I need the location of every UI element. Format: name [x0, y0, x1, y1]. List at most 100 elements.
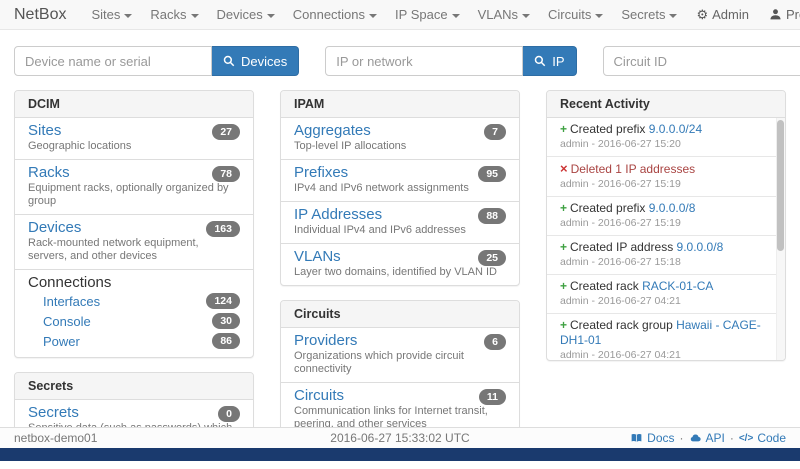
- vlans-link[interactable]: VLANs: [294, 248, 341, 265]
- ip-search-input[interactable]: [325, 46, 523, 76]
- prefixes-link[interactable]: Prefixes: [294, 164, 348, 181]
- column-ipam: IPAM 7 Aggregates Top-level IP allocatio…: [280, 90, 520, 452]
- device-search-button[interactable]: Devices: [212, 46, 299, 76]
- nav-menu-racks-label: Racks: [150, 7, 186, 22]
- list-item: Interfaces 124: [28, 291, 240, 311]
- profile-link[interactable]: Profile: [759, 7, 800, 22]
- plus-icon: +: [560, 318, 567, 332]
- plus-icon: +: [560, 201, 567, 215]
- recent-activity-title: Recent Activity: [547, 91, 785, 118]
- providers-count-badge: 6: [484, 334, 506, 350]
- activity-action: Deleted 1 IP addresses: [571, 162, 696, 176]
- power-link[interactable]: Power: [43, 334, 212, 349]
- ip-addresses-description: Individual IPv4 and IPv6 addresses: [294, 224, 506, 237]
- prefixes-count-badge: 95: [478, 166, 506, 182]
- nav-menu-vlans[interactable]: VLANs: [469, 7, 539, 22]
- activity-meta: admin - 2016-06-27 04:21: [560, 349, 763, 360]
- activity-row: +Created IP address 9.0.0.0/8 admin - 20…: [547, 236, 785, 275]
- nav-menu-connections[interactable]: Connections: [284, 7, 386, 22]
- activity-action: Created prefix: [570, 201, 645, 215]
- search-icon: [223, 55, 235, 67]
- admin-link[interactable]: ⚙ Admin: [686, 7, 759, 22]
- activity-meta: admin - 2016-06-27 15:19: [560, 178, 763, 191]
- gear-icon: ⚙: [696, 8, 708, 21]
- dashboard-content: DCIM 27 Sites Geographic locations 78 Ra…: [0, 76, 800, 469]
- dcim-panel-title: DCIM: [15, 91, 253, 118]
- plus-icon: +: [560, 279, 567, 293]
- nav-menu-ip-space[interactable]: IP Space: [386, 7, 469, 22]
- sites-link[interactable]: Sites: [28, 122, 61, 139]
- aggregates-count-badge: 7: [484, 124, 506, 140]
- nav-menu-circuits[interactable]: Circuits: [539, 7, 612, 22]
- list-item: 6 Providers Organizations which provide …: [281, 328, 519, 383]
- hostname-label: netbox-demo01: [14, 431, 97, 445]
- activity-object-link[interactable]: 9.0.0.0/8: [677, 240, 724, 254]
- api-link[interactable]: API: [689, 431, 725, 445]
- book-icon: [630, 432, 643, 444]
- secrets-count-badge: 0: [218, 406, 240, 422]
- plus-icon: +: [560, 240, 567, 254]
- dcim-panel: DCIM 27 Sites Geographic locations 78 Ra…: [14, 90, 254, 358]
- device-search-button-label: Devices: [241, 54, 287, 69]
- nav-menu-secrets[interactable]: Secrets: [612, 7, 686, 22]
- nav-menu-racks[interactable]: Racks: [141, 7, 207, 22]
- list-item: 78 Racks Equipment racks, optionally org…: [15, 160, 253, 215]
- circuits-panel: Circuits 6 Providers Organizations which…: [280, 300, 520, 438]
- separator: ·: [680, 431, 684, 445]
- ip-search-button[interactable]: IP: [523, 46, 576, 76]
- ip-search-button-label: IP: [552, 54, 564, 69]
- nav-menu-connections-label: Connections: [293, 7, 365, 22]
- netbox-logo[interactable]: NetBox: [14, 6, 66, 24]
- secrets-link[interactable]: Secrets: [28, 404, 79, 421]
- activity-object-link[interactable]: 9.0.0.0/24: [649, 122, 702, 136]
- nav-menu-ip-space-label: IP Space: [395, 7, 448, 22]
- aggregates-link[interactable]: Aggregates: [294, 122, 371, 139]
- list-item: Power 86: [28, 331, 240, 351]
- nav-menu-vlans-label: VLANs: [478, 7, 518, 22]
- circuit-search-input[interactable]: [603, 46, 800, 76]
- code-link[interactable]: </> Code: [739, 431, 786, 445]
- racks-link[interactable]: Racks: [28, 164, 70, 181]
- ip-addresses-link[interactable]: IP Addresses: [294, 206, 382, 223]
- nav-menu-sites-label: Sites: [91, 7, 120, 22]
- circuits-link[interactable]: Circuits: [294, 387, 344, 404]
- list-item: 27 Sites Geographic locations: [15, 118, 253, 160]
- activity-meta: admin - 2016-06-27 15:18: [560, 256, 763, 269]
- devices-link[interactable]: Devices: [28, 219, 81, 236]
- racks-description: Equipment racks, optionally organized by…: [28, 182, 240, 208]
- prefixes-description: IPv4 and IPv6 network assignments: [294, 182, 506, 195]
- racks-count-badge: 78: [212, 166, 240, 182]
- chevron-down-icon: [452, 14, 460, 18]
- interfaces-link[interactable]: Interfaces: [43, 294, 206, 309]
- sites-description: Geographic locations: [28, 140, 240, 153]
- list-item: 163 Devices Rack-mounted network equipme…: [15, 215, 253, 270]
- secrets-panel-title: Secrets: [15, 373, 253, 400]
- nav-menu-devices[interactable]: Devices: [208, 7, 284, 22]
- activity-row: ×Deleted 1 IP addresses admin - 2016-06-…: [547, 157, 785, 197]
- nav-menu-sites[interactable]: Sites: [82, 7, 141, 22]
- circuits-count-badge: 11: [479, 389, 506, 405]
- chevron-down-icon: [191, 14, 199, 18]
- list-item: 25 VLANs Layer two domains, identified b…: [281, 244, 519, 285]
- bottom-accent-bar: [0, 448, 800, 461]
- user-icon: [769, 8, 782, 21]
- activity-object-link[interactable]: 9.0.0.0/8: [649, 201, 696, 215]
- column-activity: Recent Activity +Created prefix 9.0.0.0/…: [546, 90, 786, 375]
- code-icon: </>: [739, 433, 753, 444]
- activity-row: +Created rack group Hawaii - CAGE-DH1-01…: [547, 314, 785, 360]
- ipam-panel: IPAM 7 Aggregates Top-level IP allocatio…: [280, 90, 520, 286]
- cloud-icon: [689, 432, 702, 444]
- docs-link[interactable]: Docs: [630, 431, 674, 445]
- list-item: 88 IP Addresses Individual IPv4 and IPv6…: [281, 202, 519, 244]
- profile-link-label: Profile: [786, 7, 800, 22]
- list-item: 95 Prefixes IPv4 and IPv6 network assign…: [281, 160, 519, 202]
- providers-link[interactable]: Providers: [294, 332, 357, 349]
- console-link[interactable]: Console: [43, 314, 212, 329]
- scrollbar-thumb[interactable]: [777, 120, 784, 251]
- docs-link-label: Docs: [647, 431, 674, 445]
- devices-description: Rack-mounted network equipment, servers,…: [28, 237, 240, 263]
- activity-meta: admin - 2016-06-27 15:19: [560, 217, 763, 230]
- device-search-input[interactable]: [14, 46, 212, 76]
- activity-object-link[interactable]: RACK-01-CA: [642, 279, 713, 293]
- column-dcim: DCIM 27 Sites Geographic locations 78 Ra…: [14, 90, 254, 469]
